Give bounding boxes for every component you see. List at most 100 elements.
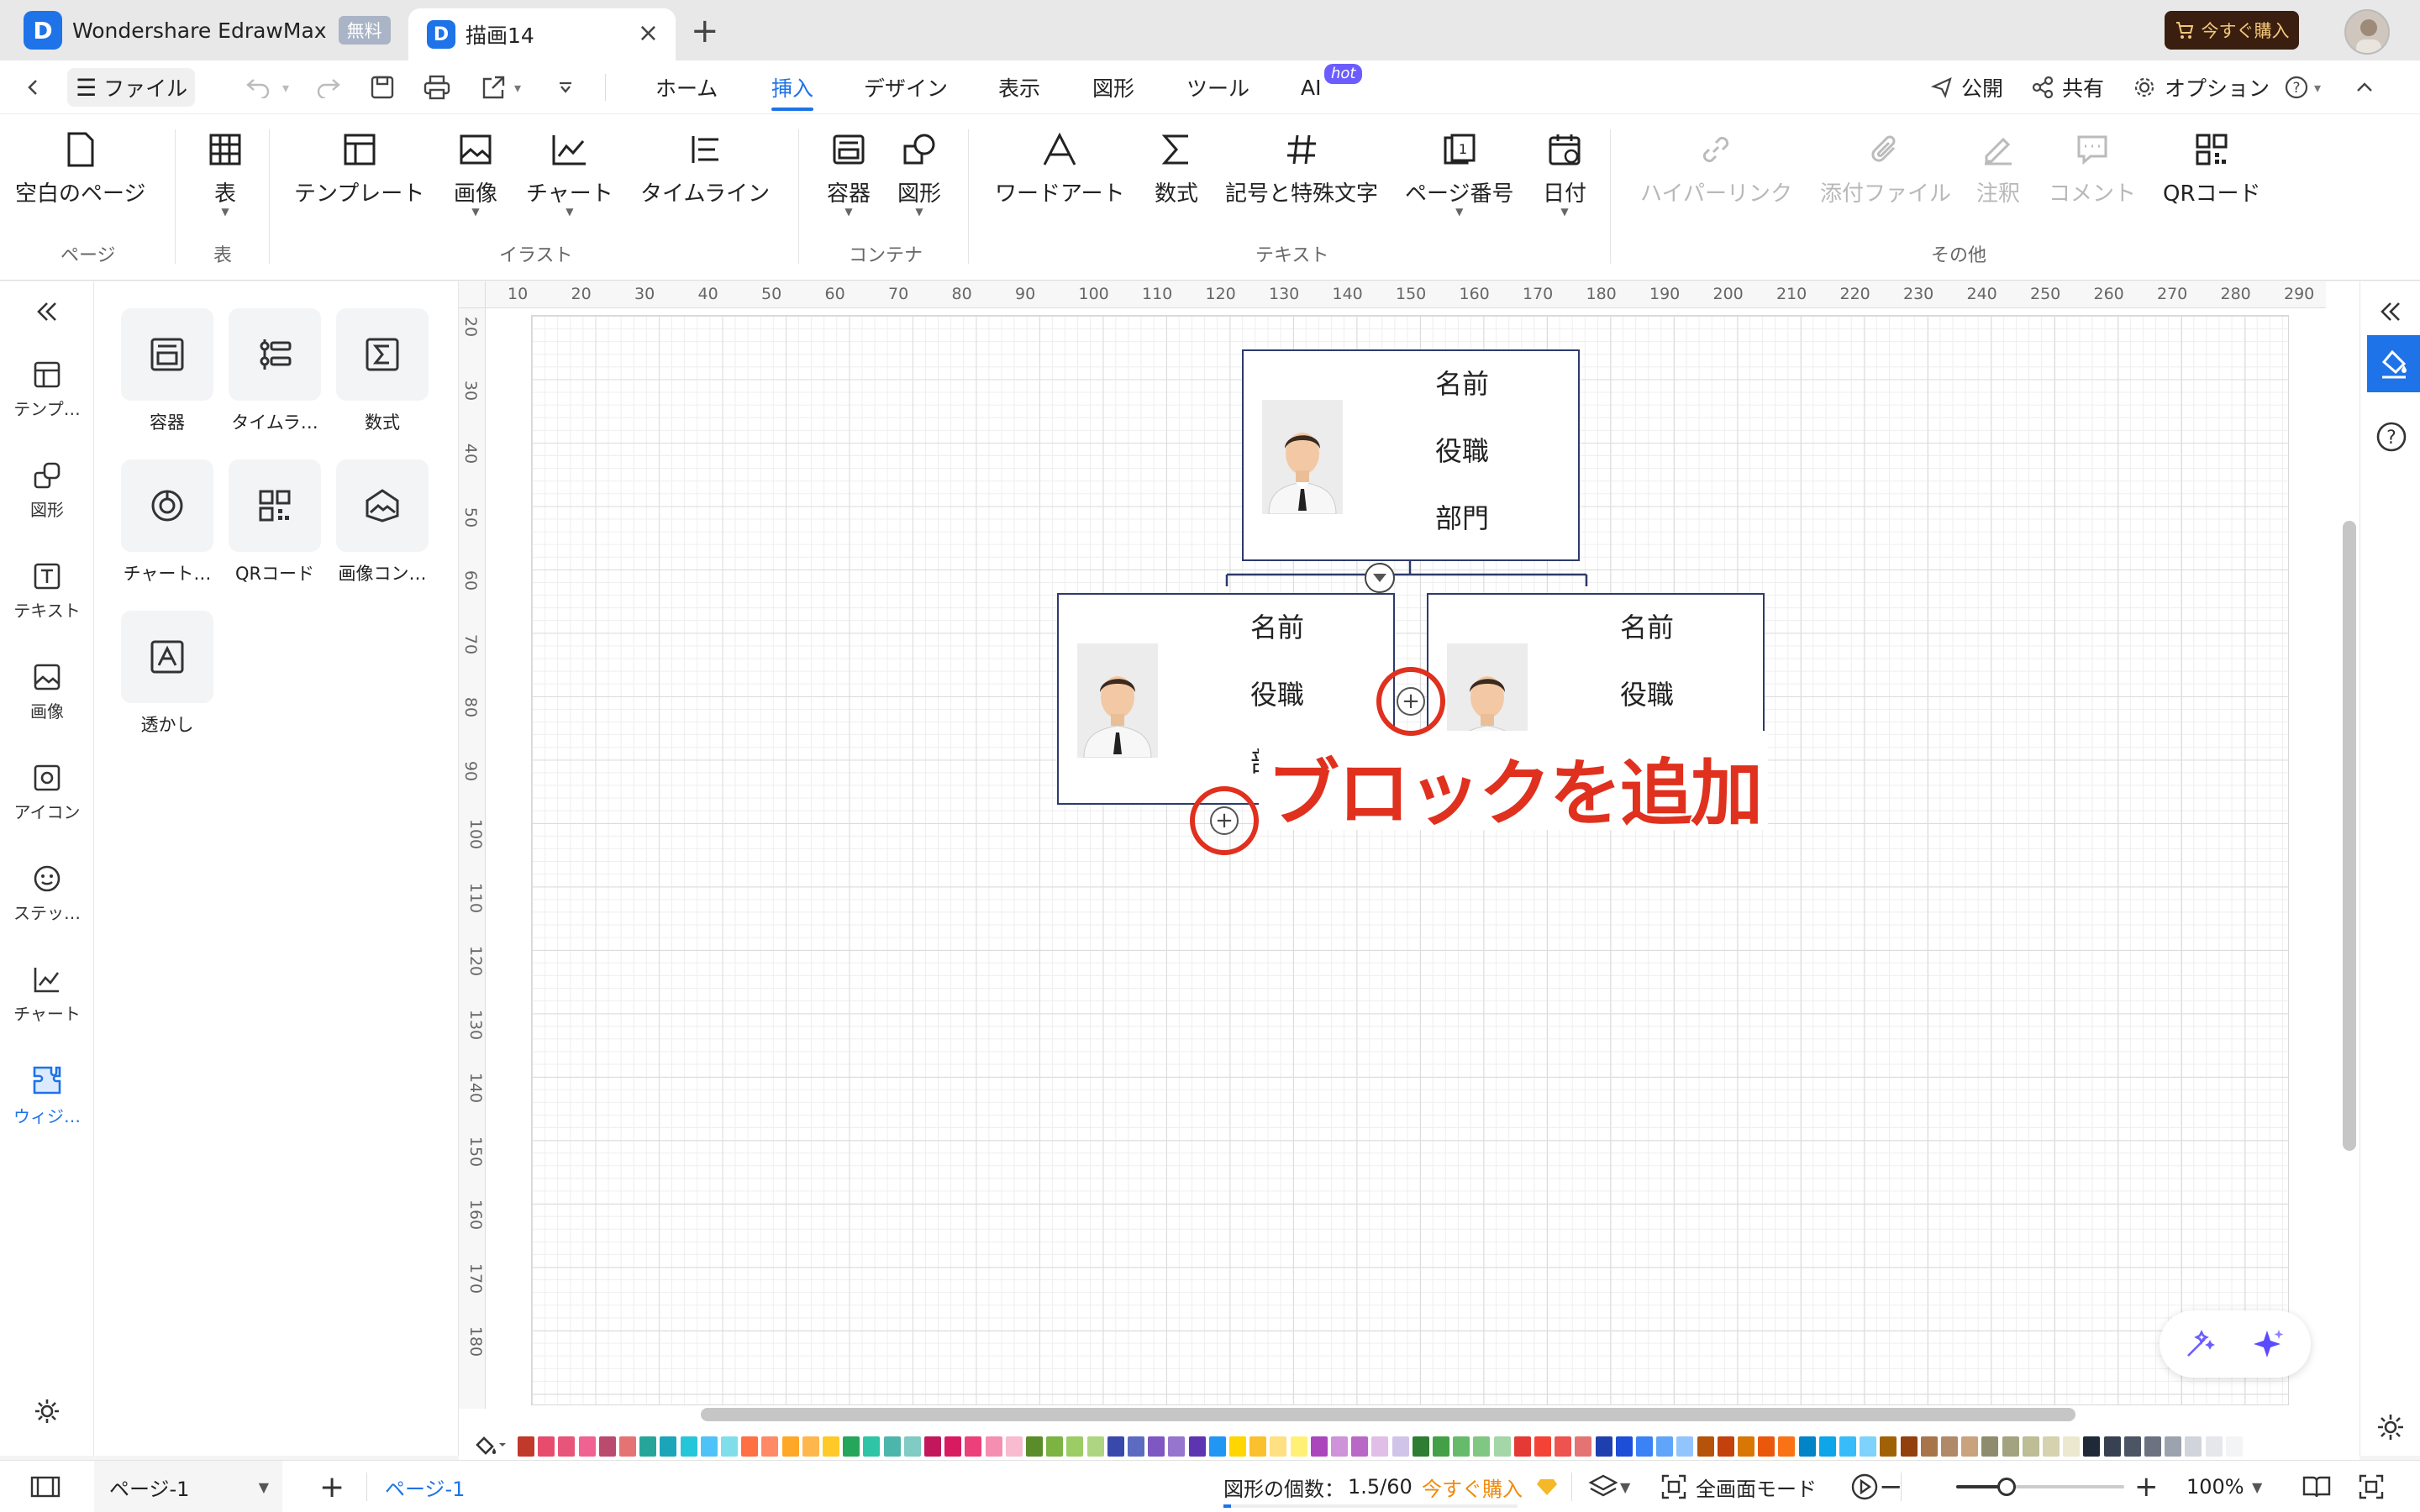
color-swatch[interactable]: [2144, 1436, 2161, 1457]
new-tab-icon[interactable]: +: [691, 12, 719, 50]
export-icon[interactable]: [481, 60, 506, 114]
color-swatch[interactable]: [1615, 1436, 1633, 1457]
color-swatch[interactable]: [1371, 1436, 1389, 1457]
color-swatch[interactable]: [538, 1436, 555, 1457]
color-swatch[interactable]: [1839, 1436, 1856, 1457]
color-swatch[interactable]: [1555, 1436, 1572, 1457]
help-circle-icon[interactable]: ?: [2375, 421, 2407, 453]
color-swatch[interactable]: [1107, 1436, 1124, 1457]
zoom-slider-thumb[interactable]: [1997, 1478, 2016, 1496]
color-swatch[interactable]: [1981, 1436, 1999, 1457]
color-swatch[interactable]: [1148, 1436, 1165, 1457]
color-swatch[interactable]: [802, 1436, 819, 1457]
color-swatch[interactable]: [1697, 1436, 1714, 1457]
color-swatch[interactable]: [1453, 1436, 1470, 1457]
save-icon[interactable]: [370, 60, 395, 114]
ai-brush-icon[interactable]: [2183, 1327, 2217, 1361]
color-swatch[interactable]: [863, 1436, 881, 1457]
color-swatch[interactable]: [1493, 1436, 1511, 1457]
color-swatch[interactable]: [1920, 1436, 1938, 1457]
zoom-level[interactable]: 100%: [2186, 1461, 2244, 1512]
color-swatch[interactable]: [1249, 1436, 1267, 1457]
add-page-icon[interactable]: +: [319, 1461, 345, 1512]
color-swatch[interactable]: [639, 1436, 657, 1457]
help-icon[interactable]: ?: [2284, 60, 2309, 114]
rail-icons[interactable]: アイコン: [0, 764, 94, 823]
color-swatch[interactable]: [1188, 1436, 1206, 1457]
rail-image[interactable]: 画像: [0, 663, 94, 722]
color-swatch[interactable]: [1392, 1436, 1409, 1457]
rail-chart[interactable]: チャート: [0, 965, 94, 1025]
color-swatch[interactable]: [1595, 1436, 1612, 1457]
color-swatch[interactable]: [680, 1436, 697, 1457]
color-swatch[interactable]: [2063, 1436, 2081, 1457]
color-swatch[interactable]: [1128, 1436, 1144, 1457]
color-swatch[interactable]: [1636, 1436, 1653, 1457]
share-button[interactable]: 共有: [2032, 60, 2104, 114]
color-swatch[interactable]: [558, 1436, 576, 1457]
comment-button[interactable]: コメント: [2049, 129, 2136, 207]
color-swatch[interactable]: [1351, 1436, 1369, 1457]
chart-button[interactable]: チャート ▼: [526, 129, 613, 218]
color-swatch[interactable]: [1331, 1436, 1348, 1457]
color-swatch[interactable]: [965, 1436, 982, 1457]
page-tab-active[interactable]: ページ-1: [385, 1461, 465, 1512]
app-tab[interactable]: D Wondershare EdrawMax 無料: [24, 0, 402, 60]
user-avatar[interactable]: [2344, 9, 2390, 55]
note-button[interactable]: 注釈: [1976, 129, 2020, 207]
play-icon[interactable]: [1850, 1461, 1879, 1512]
color-swatch[interactable]: [843, 1436, 860, 1457]
expand-panel-icon[interactable]: [2377, 298, 2404, 325]
color-swatch[interactable]: [2022, 1436, 2039, 1457]
date-button[interactable]: 日付 ▼: [1543, 129, 1586, 218]
blank-page-button[interactable]: 空白のページ: [15, 129, 145, 207]
tab-view[interactable]: 表示: [998, 60, 1040, 114]
color-swatch[interactable]: [1880, 1436, 1897, 1457]
widget-image-container-tile[interactable]: [336, 459, 429, 552]
org-card-top[interactable]: 名前 役職 部門: [1242, 349, 1580, 561]
color-swatch[interactable]: [1005, 1436, 1023, 1457]
collapse-ribbon-icon[interactable]: [2354, 60, 2375, 114]
widget-formula-tile[interactable]: [336, 308, 429, 401]
color-swatch[interactable]: [1229, 1436, 1246, 1457]
color-swatch[interactable]: [1310, 1436, 1328, 1457]
options-button[interactable]: オプション: [2133, 60, 2270, 114]
color-swatch[interactable]: [1086, 1436, 1104, 1457]
widget-watermark-tile[interactable]: [121, 611, 213, 703]
color-swatch[interactable]: [1433, 1436, 1449, 1457]
color-swatch[interactable]: [2002, 1436, 2019, 1457]
rail-widgets[interactable]: ウィジ…: [0, 1064, 94, 1127]
color-swatch[interactable]: [2123, 1436, 2141, 1457]
color-swatch[interactable]: [761, 1436, 779, 1457]
ai-sparkle-icon[interactable]: [2252, 1327, 2286, 1361]
color-swatch[interactable]: [1290, 1436, 1307, 1457]
hyperlink-button[interactable]: ハイパーリンク: [1640, 129, 1792, 207]
page-number-button[interactable]: 1 ページ番号 ▼: [1405, 129, 1513, 218]
color-swatch[interactable]: [1066, 1436, 1084, 1457]
image-button[interactable]: 画像 ▼: [454, 129, 497, 218]
color-swatch[interactable]: [700, 1436, 718, 1457]
widget-timeline-tile[interactable]: [229, 308, 321, 401]
vertical-scrollbar[interactable]: [2343, 521, 2356, 1151]
rail-stickers[interactable]: ステッ…: [0, 864, 94, 924]
template-button[interactable]: テンプレート: [294, 129, 424, 207]
color-swatch[interactable]: [1534, 1436, 1551, 1457]
settings-icon[interactable]: [0, 1397, 94, 1425]
document-tab[interactable]: D 描画14 ×: [408, 8, 676, 60]
color-swatch[interactable]: [1860, 1436, 1877, 1457]
color-swatch[interactable]: [1270, 1436, 1287, 1457]
color-swatch[interactable]: [1046, 1436, 1064, 1457]
publish-button[interactable]: 公開: [1931, 60, 2003, 114]
color-swatch[interactable]: [660, 1436, 677, 1457]
timeline-button[interactable]: タイムライン: [640, 129, 770, 207]
color-swatch[interactable]: [2043, 1436, 2060, 1457]
tab-ai[interactable]: AI: [1301, 60, 1321, 114]
wordart-button[interactable]: ワードアート: [995, 129, 1124, 207]
tab-tools[interactable]: ツール: [1186, 60, 1249, 114]
container-button[interactable]: 容器 ▼: [827, 129, 871, 218]
color-swatch[interactable]: [2185, 1436, 2202, 1457]
color-swatch[interactable]: [781, 1436, 799, 1457]
more-dropdown-icon[interactable]: [556, 60, 575, 114]
undo-dropdown-icon[interactable]: ▾: [282, 60, 289, 114]
color-swatch[interactable]: [741, 1436, 759, 1457]
